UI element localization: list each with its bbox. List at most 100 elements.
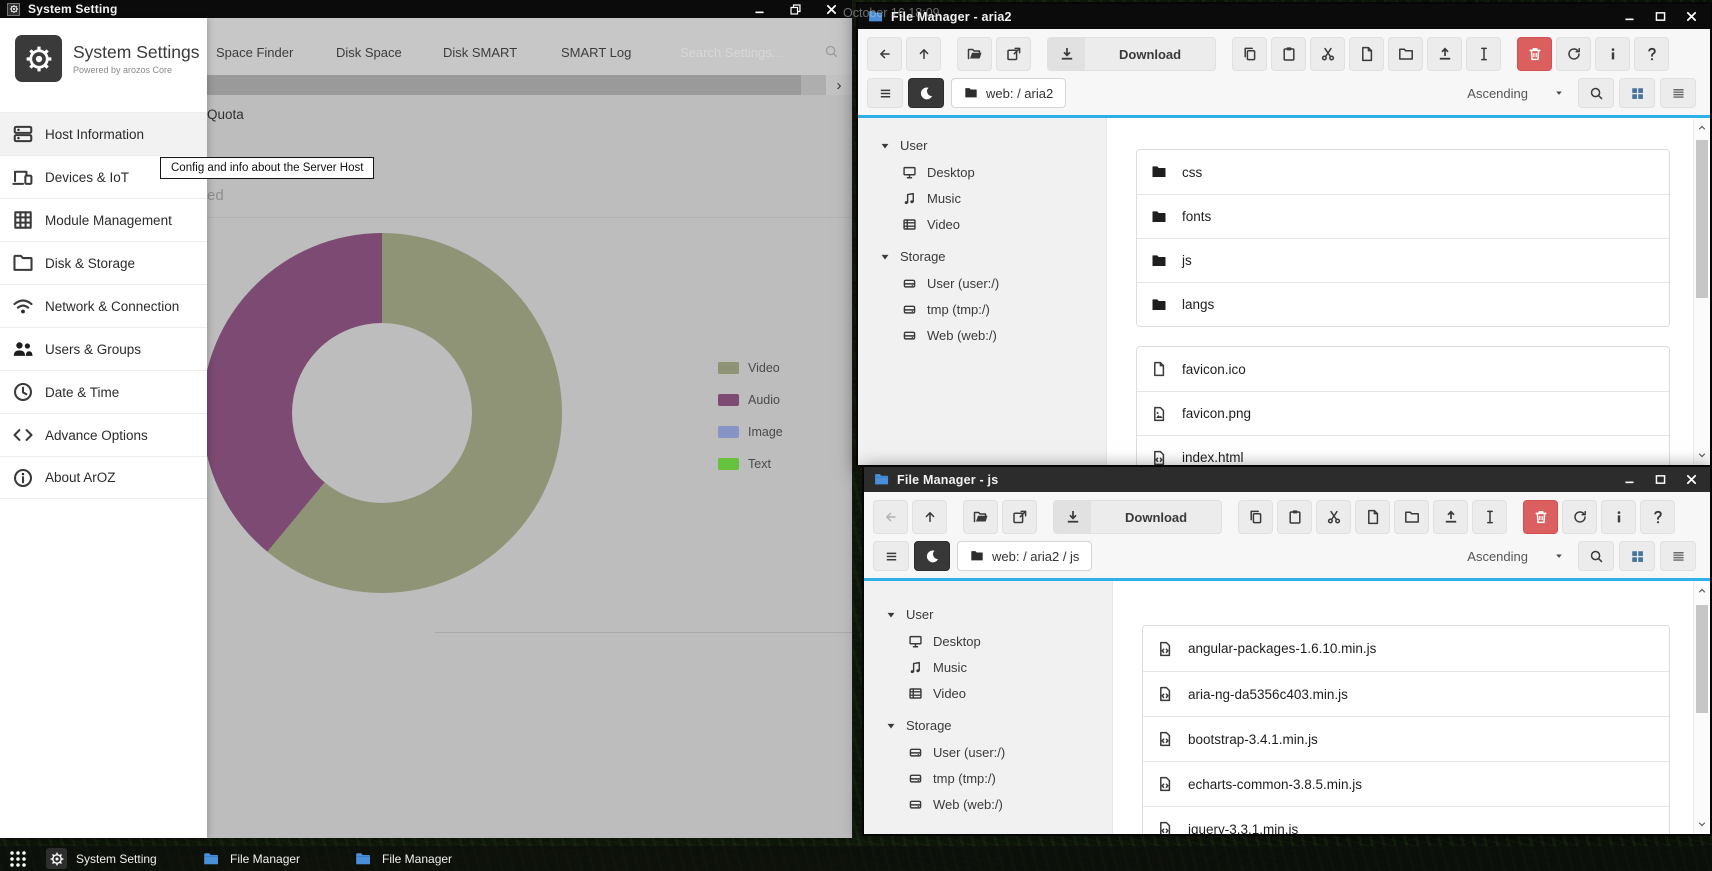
rename-button[interactable] (1466, 37, 1501, 71)
tree-item[interactable]: tmp (tmp:/) (858, 296, 1106, 322)
download-button[interactable]: Download (1047, 37, 1216, 71)
nav-button[interactable] (867, 78, 903, 108)
tree-item[interactable]: Music (858, 185, 1106, 211)
window-control-button[interactable] (1653, 473, 1667, 487)
window-control-button[interactable] (824, 2, 838, 16)
window-control-button[interactable] (752, 2, 766, 16)
sidebar-item[interactable]: Users & Groups (0, 327, 207, 370)
tree-item[interactable]: Web (web:/) (858, 322, 1106, 348)
scrollbar-thumb[interactable] (207, 75, 801, 95)
scrollbar-thumb[interactable] (1696, 605, 1708, 713)
view-control-button[interactable] (1578, 78, 1614, 108)
view-control-button[interactable] (1578, 541, 1614, 571)
tree-item[interactable]: Video (858, 211, 1106, 237)
tree-item[interactable]: Desktop (864, 628, 1112, 654)
taskbar-item[interactable]: System Setting (46, 848, 157, 869)
open-button[interactable] (963, 500, 998, 534)
view-control-button[interactable] (1619, 541, 1655, 571)
back-button[interactable] (867, 37, 902, 71)
sidebar-item[interactable]: Network & Connection (0, 284, 207, 327)
view-control-button[interactable] (1660, 541, 1696, 571)
scroll-down-icon[interactable] (1696, 818, 1708, 830)
Video[interactable]: Video (718, 361, 783, 374)
jquery-3.3.1.min.js[interactable]: jquery-3.3.1.min.js (1143, 806, 1669, 834)
langs[interactable]: langs (1137, 282, 1669, 326)
window-control-button[interactable] (1684, 473, 1698, 487)
open-button[interactable] (957, 37, 992, 71)
taskbar-item[interactable]: File Manager (352, 848, 452, 869)
Text[interactable]: Text (718, 457, 783, 470)
new-folder-button[interactable] (1394, 500, 1429, 534)
fm2-titlebar[interactable]: File Manager - js (864, 467, 1710, 492)
window-control-button[interactable] (1622, 473, 1636, 487)
tree-item[interactable]: Desktop (858, 159, 1106, 185)
settings-search-input[interactable]: Search Settings... (680, 45, 783, 60)
scroll-up-icon[interactable] (1696, 585, 1708, 597)
nav-button[interactable] (873, 541, 909, 571)
help-button[interactable] (1634, 37, 1669, 71)
fm1-vertical-scrollbar[interactable] (1693, 118, 1710, 465)
upload-button[interactable] (1427, 37, 1462, 71)
up-button[interactable] (906, 37, 941, 71)
sidebar-item[interactable]: Host Information (0, 112, 207, 155)
tree-item[interactable]: Music (864, 654, 1112, 680)
sidebar-item[interactable]: Advance Options (0, 413, 207, 456)
upload-button[interactable] (1433, 500, 1468, 534)
new-folder-button[interactable] (1388, 37, 1423, 71)
rename-button[interactable] (1472, 500, 1507, 534)
favicon.ico[interactable]: favicon.ico (1137, 347, 1669, 391)
scroll-up-icon[interactable] (1696, 122, 1708, 134)
js[interactable]: js (1137, 238, 1669, 282)
delete-button[interactable] (1517, 37, 1552, 71)
Audio[interactable]: Audio (718, 393, 783, 406)
tree-item[interactable]: Storage (864, 712, 1112, 739)
apps-grid-icon[interactable] (8, 849, 28, 869)
new-file-button[interactable] (1355, 500, 1390, 534)
scrollbar-thumb[interactable] (1696, 140, 1708, 298)
tree-item[interactable]: Video (864, 680, 1112, 706)
window-control-button[interactable] (1684, 10, 1698, 24)
echarts-common-3.8.5.min.js[interactable]: echarts-common-3.8.5.min.js (1143, 761, 1669, 806)
tree-item[interactable]: User (858, 132, 1106, 159)
settings-titlebar[interactable]: System Setting (0, 0, 852, 18)
fm1-titlebar[interactable]: File Manager - aria2 (858, 4, 1710, 29)
back-button[interactable] (873, 500, 908, 534)
sort-dropdown[interactable]: Ascending (1467, 549, 1564, 564)
nav-button[interactable] (908, 78, 944, 108)
fm2-vertical-scrollbar[interactable] (1693, 581, 1710, 834)
tree-item[interactable]: User (864, 601, 1112, 628)
tab-disk-space[interactable]: Disk Space (336, 45, 402, 60)
tree-item[interactable]: Web (web:/) (864, 791, 1112, 817)
breadcrumb[interactable]: web: / aria2 / js (957, 541, 1092, 571)
tab-disk-smart[interactable]: Disk SMART (443, 45, 517, 60)
paste-button[interactable] (1277, 500, 1312, 534)
sidebar-item[interactable]: Disk & Storage (0, 241, 207, 284)
fonts[interactable]: fonts (1137, 194, 1669, 238)
view-control-button[interactable] (1660, 78, 1696, 108)
help-button[interactable] (1640, 500, 1675, 534)
refresh-button[interactable] (1556, 37, 1591, 71)
breadcrumb[interactable]: web: / aria2 (951, 78, 1066, 108)
bootstrap-3.4.1.min.js[interactable]: bootstrap-3.4.1.min.js (1143, 716, 1669, 761)
refresh-button[interactable] (1562, 500, 1597, 534)
tree-item[interactable]: tmp (tmp:/) (864, 765, 1112, 791)
window-control-button[interactable] (1622, 10, 1636, 24)
css[interactable]: css (1137, 150, 1669, 194)
tab-smart-log[interactable]: SMART Log (561, 45, 631, 60)
download-button[interactable]: Download (1053, 500, 1222, 534)
aria-ng-da5356c403.min.js[interactable]: aria-ng-da5356c403.min.js (1143, 671, 1669, 716)
tabs-scroll-right-button[interactable]: › (826, 75, 852, 95)
copy-button[interactable] (1232, 37, 1267, 71)
copy-button[interactable] (1238, 500, 1273, 534)
open-new-window-button[interactable] (1002, 500, 1037, 534)
sidebar-item[interactable]: Date & Time (0, 370, 207, 413)
sidebar-item[interactable]: About ArOZ (0, 456, 207, 499)
cut-button[interactable] (1316, 500, 1351, 534)
taskbar-item[interactable]: File Manager (200, 848, 300, 869)
paste-button[interactable] (1271, 37, 1306, 71)
properties-button[interactable] (1595, 37, 1630, 71)
up-button[interactable] (912, 500, 947, 534)
angular-packages-1.6.10.min.js[interactable]: angular-packages-1.6.10.min.js (1143, 626, 1669, 671)
tree-item[interactable]: User (user:/) (864, 739, 1112, 765)
index.html[interactable]: index.html (1137, 435, 1669, 465)
